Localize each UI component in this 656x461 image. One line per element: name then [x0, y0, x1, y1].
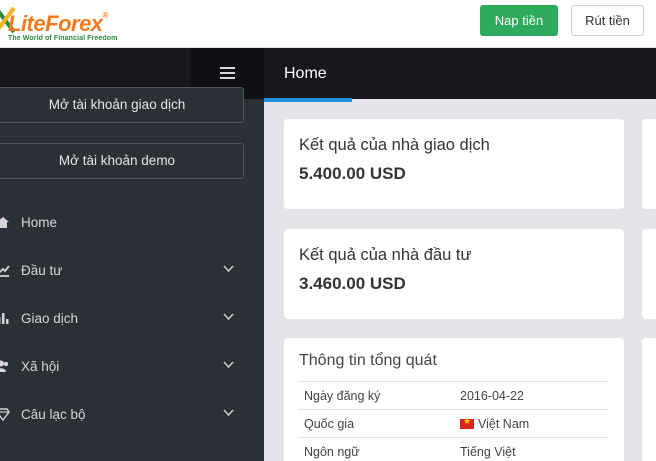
vietnam-flag-icon — [460, 416, 474, 429]
sidebar-item-trading[interactable]: Giao dịch — [0, 296, 264, 344]
general-info-title: Thông tin tổng quát — [299, 352, 437, 369]
info-label: Ngày đăng ký — [298, 381, 454, 410]
side-card — [642, 119, 656, 209]
general-info-card: Thông tin tổng quát Ngày đăng ký 2016-04… — [284, 338, 624, 461]
sidebar-item-home[interactable]: Home — [0, 200, 264, 248]
sidebar-item-invest[interactable]: Đầu tư — [0, 248, 264, 296]
withdraw-button[interactable]: Rút tiền — [571, 5, 644, 36]
sidebar-item-club[interactable]: Câu lạc bộ — [0, 392, 264, 440]
chevron-down-icon — [223, 313, 234, 321]
sidebar-item-label: Home — [21, 215, 58, 230]
sidebar-item-social[interactable]: Xã hội — [0, 344, 264, 392]
logo-tagline: The World of Financial Freedom — [8, 35, 118, 42]
chevron-down-icon — [223, 409, 234, 417]
sidebar-item-label: Giao dịch — [21, 311, 79, 326]
general-info-table: Ngày đăng ký 2016-04-22 Quốc gia Việt Na… — [298, 381, 608, 461]
diamond-icon — [0, 408, 10, 421]
info-value: Tiếng Việt — [454, 437, 608, 461]
bar-chart-icon — [0, 313, 9, 324]
sidebar: Mở tài khoản giao dịch Mở tài khoản demo… — [0, 48, 264, 461]
trader-result-label: Kết quả của nhà giao dịch — [299, 136, 490, 154]
deposit-button[interactable]: Nap tiền — [480, 5, 558, 36]
page-title: Home — [284, 65, 327, 82]
investor-result-label: Kết quả của nhà đầu tư — [299, 246, 472, 264]
active-tab-indicator — [264, 98, 352, 102]
table-row: Quốc gia Việt Nam — [298, 409, 608, 438]
liteforex-logo[interactable]: LiteForex® The World of Financial Freedo… — [0, 2, 150, 46]
open-trading-account-button[interactable]: Mở tài khoản giao dịch — [0, 87, 244, 123]
trader-result-value: 5.400.00 USD — [299, 164, 406, 183]
info-value-country: Việt Nam — [454, 409, 608, 438]
side-card — [642, 229, 656, 319]
info-label: Ngôn ngữ — [298, 437, 454, 461]
top-header: LiteForex® The World of Financial Freedo… — [0, 0, 656, 48]
table-row: Ngày đăng ký 2016-04-22 — [298, 381, 608, 410]
sidebar-item-label: Xã hội — [21, 359, 60, 374]
trader-result-card: Kết quả của nhà giao dịch 5.400.00 USD — [284, 119, 624, 209]
chevron-down-icon — [223, 265, 234, 273]
content-header: Home — [264, 48, 656, 99]
hamburger-menu-icon[interactable] — [220, 67, 235, 79]
info-value: Việt Nam — [478, 416, 530, 431]
info-value: 2016-04-22 — [454, 381, 608, 410]
info-label: Quốc gia — [298, 409, 454, 438]
chart-line-icon — [0, 265, 10, 277]
side-card — [642, 338, 656, 461]
home-icon — [0, 217, 9, 228]
investor-result-card: Kết quả của nhà đầu tư 3.460.00 USD — [284, 229, 624, 319]
sidebar-item-label: Câu lạc bộ — [21, 407, 86, 422]
open-demo-account-button[interactable]: Mở tài khoản demo — [0, 143, 244, 179]
logo-wordmark: LiteForex® — [8, 11, 108, 36]
investor-result-value: 3.460.00 USD — [299, 274, 406, 293]
table-row: Ngôn ngữ Tiếng Việt — [298, 437, 608, 461]
users-icon — [0, 360, 9, 372]
sidebar-item-label: Đầu tư — [21, 263, 63, 278]
chevron-down-icon — [223, 361, 234, 369]
